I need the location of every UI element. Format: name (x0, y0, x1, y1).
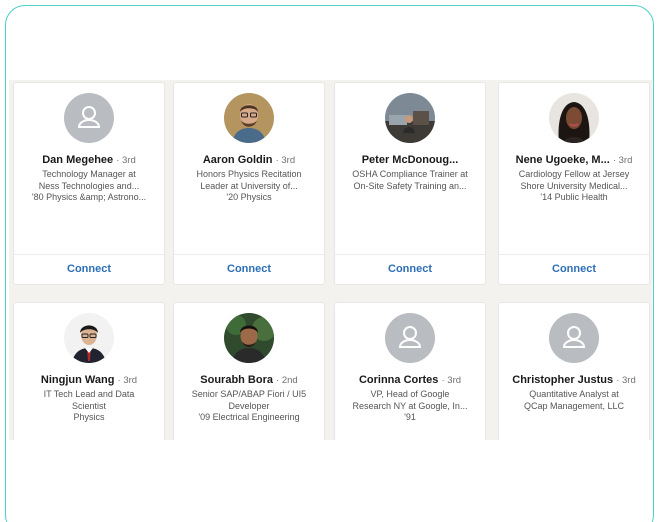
name-line: Christopher Justus · 3rd (501, 373, 647, 388)
headline-line: VP, Head of Google (370, 389, 450, 399)
headline-line: '80 Physics &amp; Astrono... (31, 192, 147, 202)
profile-photo (549, 93, 599, 143)
connect-button[interactable]: Connect (174, 255, 324, 283)
profile-photo (64, 313, 114, 363)
name-line: Sourabh Bora · 2nd (176, 373, 322, 388)
connect-button[interactable]: Connect (14, 255, 164, 283)
connection-degree: · 3rd (275, 155, 296, 166)
headline-line: '91 (404, 412, 416, 422)
name-line: Aaron Goldin · 3rd (176, 153, 322, 168)
avatar[interactable] (549, 93, 599, 143)
connection-degree: · 3rd (616, 375, 636, 386)
person-name[interactable]: Aaron Goldin (203, 154, 273, 166)
person-headline: Technology Manager at Ness Technologies … (18, 169, 160, 204)
headline-line: QCap Management, LLC (523, 400, 625, 411)
person-card: Dan Megehee · 3rd Technology Manager at … (13, 82, 165, 285)
profile-photo (224, 313, 274, 363)
avatar[interactable] (385, 93, 435, 143)
person-name[interactable]: Peter McDonoug... (362, 154, 459, 166)
person-headline: IT Tech Lead and Data Scientist Physics (18, 389, 160, 424)
headline-line: '14 Public Health (540, 192, 608, 202)
person-icon (562, 326, 586, 348)
headline-line: Leader at University of... (200, 180, 298, 191)
profile-photo (385, 93, 435, 143)
people-grid: Dan Megehee · 3rd Technology Manager at … (9, 80, 652, 440)
avatar[interactable] (385, 313, 435, 363)
person-icon (77, 106, 101, 128)
profile-photo (224, 93, 274, 143)
headline-line: Senior SAP/ABAP Fiori / UI5 (191, 389, 307, 399)
headline-line: IT Tech Lead and Data (43, 389, 135, 399)
headline-line: OSHA Compliance Trainer at (352, 169, 468, 179)
person-headline: Senior SAP/ABAP Fiori / UI5 Developer '0… (178, 389, 320, 424)
person-card: Nene Ugoeke, M... · 3rd Cardiology Fello… (498, 82, 650, 285)
connect-button[interactable]: Connect (499, 255, 649, 283)
person-icon (398, 326, 422, 348)
connection-degree: · 3rd (117, 375, 138, 386)
headline-line: Honors Physics Recitation (196, 169, 302, 179)
headline-line: On-Site Safety Training an... (353, 180, 467, 191)
connect-button[interactable]: Connect (335, 255, 485, 283)
headline-line: Scientist (71, 400, 106, 411)
name-line: Peter McDonoug... (337, 153, 483, 168)
connection-degree: · 3rd (116, 155, 136, 166)
person-card: Christopher Justus · 3rd Quantitative An… (498, 302, 650, 440)
avatar[interactable] (64, 313, 114, 363)
headline-line: '09 Electrical Engineering (198, 412, 300, 422)
name-line: Corinna Cortes · 3rd (337, 373, 483, 388)
person-name[interactable]: Ningjun Wang (41, 374, 115, 386)
headline-line: Shore University Medical... (520, 180, 628, 191)
person-card: Sourabh Bora · 2nd Senior SAP/ABAP Fiori… (173, 302, 325, 440)
headline-line: Research NY at Google, In... (352, 400, 468, 411)
connection-degree: · 2nd (276, 375, 298, 386)
headline-line: Quantitative Analyst at (529, 389, 619, 399)
headline-line: Developer (228, 400, 270, 411)
avatar[interactable] (224, 93, 274, 143)
person-headline: Honors Physics Recitation Leader at Univ… (178, 169, 320, 204)
person-name[interactable]: Dan Megehee (42, 154, 113, 166)
person-card: Peter McDonoug... OSHA Compliance Traine… (334, 82, 486, 285)
headline-line: Technology Manager at (42, 169, 136, 179)
person-name[interactable]: Sourabh Bora (200, 374, 273, 386)
headline-line: Cardiology Fellow at Jersey (518, 169, 630, 179)
headline-line: '20 Physics (226, 192, 272, 202)
name-line: Nene Ugoeke, M... · 3rd (501, 153, 647, 168)
headline-line: Physics (73, 412, 105, 422)
person-name[interactable]: Nene Ugoeke, M... (516, 154, 610, 166)
headline-line: Ness Technologies and... (38, 180, 140, 191)
person-headline: Quantitative Analyst at QCap Management,… (503, 389, 645, 412)
name-line: Ningjun Wang · 3rd (16, 373, 162, 388)
person-headline: VP, Head of Google Research NY at Google… (339, 389, 481, 424)
connection-degree: · 3rd (612, 155, 633, 166)
avatar[interactable] (64, 93, 114, 143)
person-name[interactable]: Corinna Cortes (359, 374, 438, 386)
person-card: Ningjun Wang · 3rd IT Tech Lead and Data… (13, 302, 165, 440)
avatar[interactable] (549, 313, 599, 363)
person-card: Aaron Goldin · 3rd Honors Physics Recita… (173, 82, 325, 285)
person-card: Corinna Cortes · 3rd VP, Head of Google … (334, 302, 486, 440)
avatar[interactable] (224, 313, 274, 363)
name-line: Dan Megehee · 3rd (16, 153, 162, 168)
person-headline: Cardiology Fellow at Jersey Shore Univer… (503, 169, 645, 204)
person-name[interactable]: Christopher Justus (512, 374, 613, 386)
connection-degree: · 3rd (441, 375, 462, 386)
person-headline: OSHA Compliance Trainer at On-Site Safet… (339, 169, 481, 192)
